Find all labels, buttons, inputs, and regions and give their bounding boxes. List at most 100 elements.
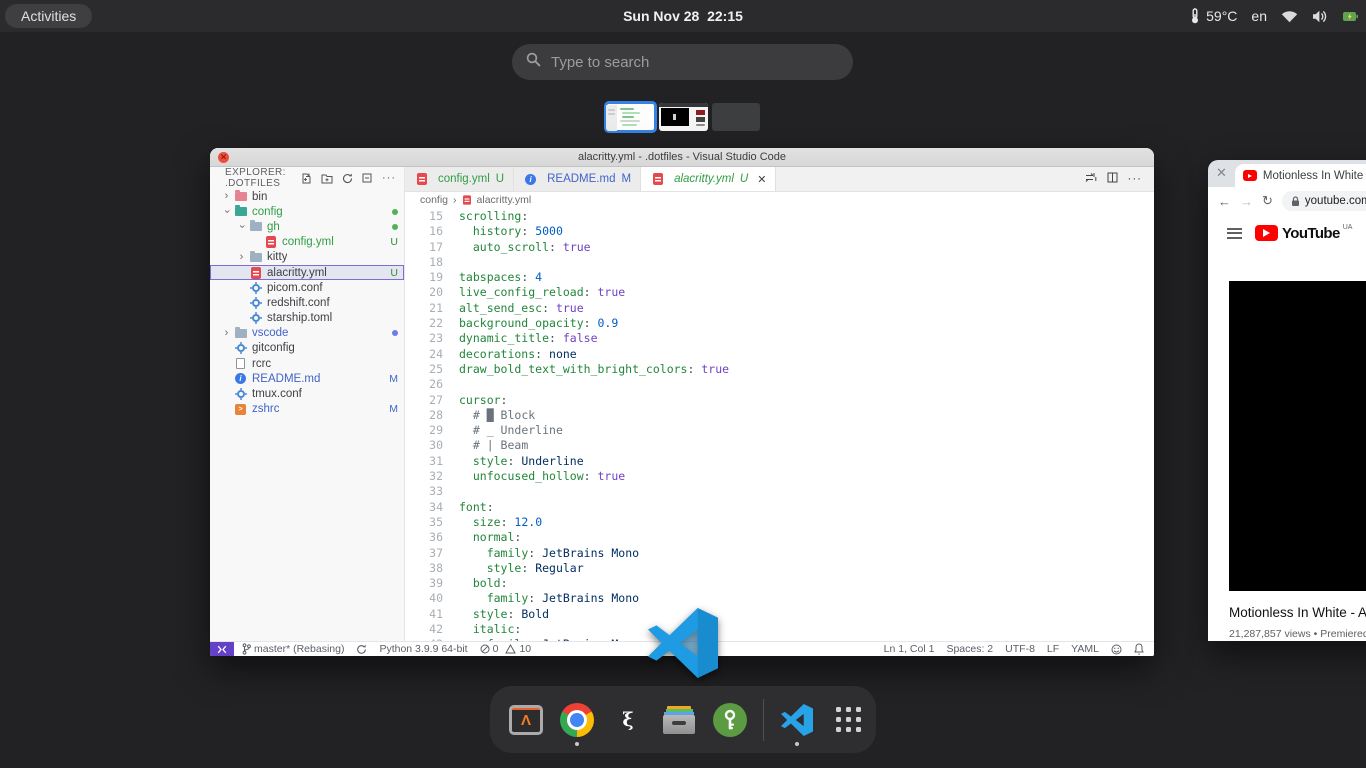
- tree-item-label: picom.conf: [267, 282, 323, 294]
- back-icon[interactable]: ←: [1218, 194, 1231, 209]
- split-editor-icon[interactable]: [1107, 172, 1118, 186]
- workspace-thumbnail-chrome[interactable]: [659, 103, 708, 131]
- git-branch-item[interactable]: master* (Rebasing): [242, 643, 344, 655]
- shell-icon: >: [233, 403, 248, 416]
- line-number: 15: [405, 209, 443, 224]
- breadcrumb-folder[interactable]: config: [420, 194, 448, 206]
- status-item[interactable]: Ln 1, Col 1: [884, 643, 935, 655]
- tree-item[interactable]: ›config: [210, 204, 404, 219]
- breadcrumb-file[interactable]: alacritty.yml: [477, 194, 532, 206]
- line-number: 43: [405, 637, 443, 641]
- code-editor[interactable]: 15scrolling:16 history: 500017 auto_scro…: [405, 208, 1154, 641]
- dock-item-archive-manager[interactable]: [661, 702, 697, 738]
- editor-tab[interactable]: config.ymlU: [405, 167, 514, 191]
- open-changes-icon[interactable]: [1085, 172, 1097, 186]
- tree-item[interactable]: ›vscode: [210, 326, 404, 341]
- workspace-thumbnail-vscode[interactable]: [606, 103, 655, 131]
- python-interpreter-item[interactable]: Python 3.9.9 64-bit: [379, 643, 467, 655]
- tree-item-label: config.yml: [282, 236, 334, 248]
- url-text: youtube.com/wa: [1305, 195, 1366, 207]
- status-item[interactable]: UTF-8: [1005, 643, 1035, 655]
- activities-button[interactable]: Activities: [5, 4, 92, 28]
- clock[interactable]: Sun Nov 28 22:15: [623, 8, 743, 24]
- search-input[interactable]: Type to search: [512, 44, 853, 80]
- lock-icon: [1291, 196, 1300, 207]
- tree-item[interactable]: ›alacritty.ymlU: [210, 265, 404, 280]
- editor-tab[interactable]: iREADME.mdM: [514, 167, 641, 191]
- tree-item[interactable]: ›>zshrcM: [210, 402, 404, 417]
- menu-icon[interactable]: [1227, 228, 1242, 239]
- battery-charging-icon[interactable]: [1342, 10, 1358, 23]
- youtube-play-icon: [1255, 225, 1278, 241]
- chrome-window[interactable]: ✕ Motionless In White - / ← → ↻ youtube.…: [1208, 160, 1366, 641]
- vscode-titlebar[interactable]: ✕ alacritty.yml - .dotfiles - Visual Stu…: [210, 148, 1154, 167]
- line-number: 31: [405, 454, 443, 469]
- tree-item[interactable]: ›redshift.conf: [210, 295, 404, 310]
- chrome-active-tab[interactable]: Motionless In White - /: [1235, 164, 1366, 187]
- tree-item[interactable]: ›rcrc: [210, 356, 404, 371]
- video-title: Motionless In White - Anot: [1229, 605, 1366, 620]
- tree-item[interactable]: ›iREADME.mdM: [210, 371, 404, 386]
- tree-item[interactable]: ›gitconfig: [210, 341, 404, 356]
- tree-item[interactable]: ›starship.toml: [210, 311, 404, 326]
- vscode-window[interactable]: ✕ alacritty.yml - .dotfiles - Visual Stu…: [210, 148, 1154, 656]
- dock-item-keepassxc[interactable]: [712, 702, 748, 738]
- keyboard-layout[interactable]: en: [1251, 8, 1267, 24]
- forward-icon[interactable]: →: [1240, 194, 1253, 209]
- code-line: 38 style: Regular: [405, 561, 1154, 576]
- new-folder-icon[interactable]: [321, 173, 333, 184]
- tree-item[interactable]: ›bin: [210, 189, 404, 204]
- tab-close-icon[interactable]: ✕: [757, 173, 766, 186]
- code-line: 30 # | Beam: [405, 438, 1154, 453]
- notifications-bell-icon[interactable]: [1134, 643, 1144, 655]
- tree-item-label: redshift.conf: [267, 297, 330, 309]
- file-icon: [233, 357, 248, 370]
- archive-manager-icon: [663, 706, 695, 734]
- gear-icon: [233, 342, 248, 355]
- tab-close-icon[interactable]: ✕: [1216, 165, 1227, 181]
- editor-tab[interactable]: alacritty.ymlU✕: [641, 167, 776, 191]
- address-bar[interactable]: youtube.com/wa: [1282, 191, 1366, 211]
- youtube-logo[interactable]: YouTube UA: [1255, 225, 1353, 242]
- problems-item[interactable]: 0 10: [480, 643, 532, 655]
- status-item[interactable]: YAML: [1071, 643, 1099, 655]
- dock-item-app-grid[interactable]: [830, 702, 866, 738]
- gear-icon: [248, 296, 263, 309]
- reload-icon[interactable]: ↻: [1262, 193, 1273, 209]
- new-file-icon[interactable]: [301, 173, 312, 184]
- tree-item[interactable]: ›tmux.conf: [210, 386, 404, 401]
- dock-item-emacs[interactable]: ξ: [610, 702, 646, 738]
- yaml-icon: [650, 173, 665, 186]
- dock-item-alacritty[interactable]: Λ: [508, 702, 544, 738]
- tree-item[interactable]: ›gh: [210, 219, 404, 234]
- dock-item-chrome[interactable]: [559, 702, 595, 738]
- remote-indicator[interactable]: [210, 642, 234, 656]
- line-number: 17: [405, 240, 443, 255]
- dock-item-vscode[interactable]: [779, 702, 815, 738]
- more-actions-icon[interactable]: ···: [382, 172, 396, 184]
- close-window-button[interactable]: ✕: [218, 152, 229, 163]
- status-item[interactable]: Spaces: 2: [946, 643, 993, 655]
- status-item[interactable]: LF: [1047, 643, 1059, 655]
- refresh-icon[interactable]: [342, 173, 353, 184]
- more-editor-actions-icon[interactable]: ···: [1128, 173, 1143, 185]
- wifi-icon[interactable]: [1281, 10, 1298, 23]
- code-line: 40 family: JetBrains Mono: [405, 591, 1154, 606]
- tree-item[interactable]: ›picom.conf: [210, 280, 404, 295]
- sync-icon[interactable]: [356, 644, 367, 655]
- tree-item[interactable]: ›kitty: [210, 250, 404, 265]
- breadcrumb[interactable]: config › alacritty.yml: [405, 192, 1154, 208]
- gear-icon: [233, 388, 248, 401]
- video-player[interactable]: [1229, 281, 1366, 591]
- line-number: 35: [405, 515, 443, 530]
- volume-icon[interactable]: [1312, 10, 1328, 23]
- collapse-folders-icon[interactable]: [362, 173, 373, 184]
- code-line: 31 style: Underline: [405, 454, 1154, 469]
- feedback-smiley-icon[interactable]: [1111, 644, 1122, 655]
- workspace-thumbnail-empty[interactable]: [712, 103, 760, 131]
- tree-item[interactable]: ›config.ymlU: [210, 235, 404, 250]
- code-line: 24decorations: none: [405, 347, 1154, 362]
- git-status-badge: U: [390, 267, 398, 279]
- tab-dirty-suffix: U: [496, 173, 504, 185]
- vscode-app-icon[interactable]: [648, 608, 718, 678]
